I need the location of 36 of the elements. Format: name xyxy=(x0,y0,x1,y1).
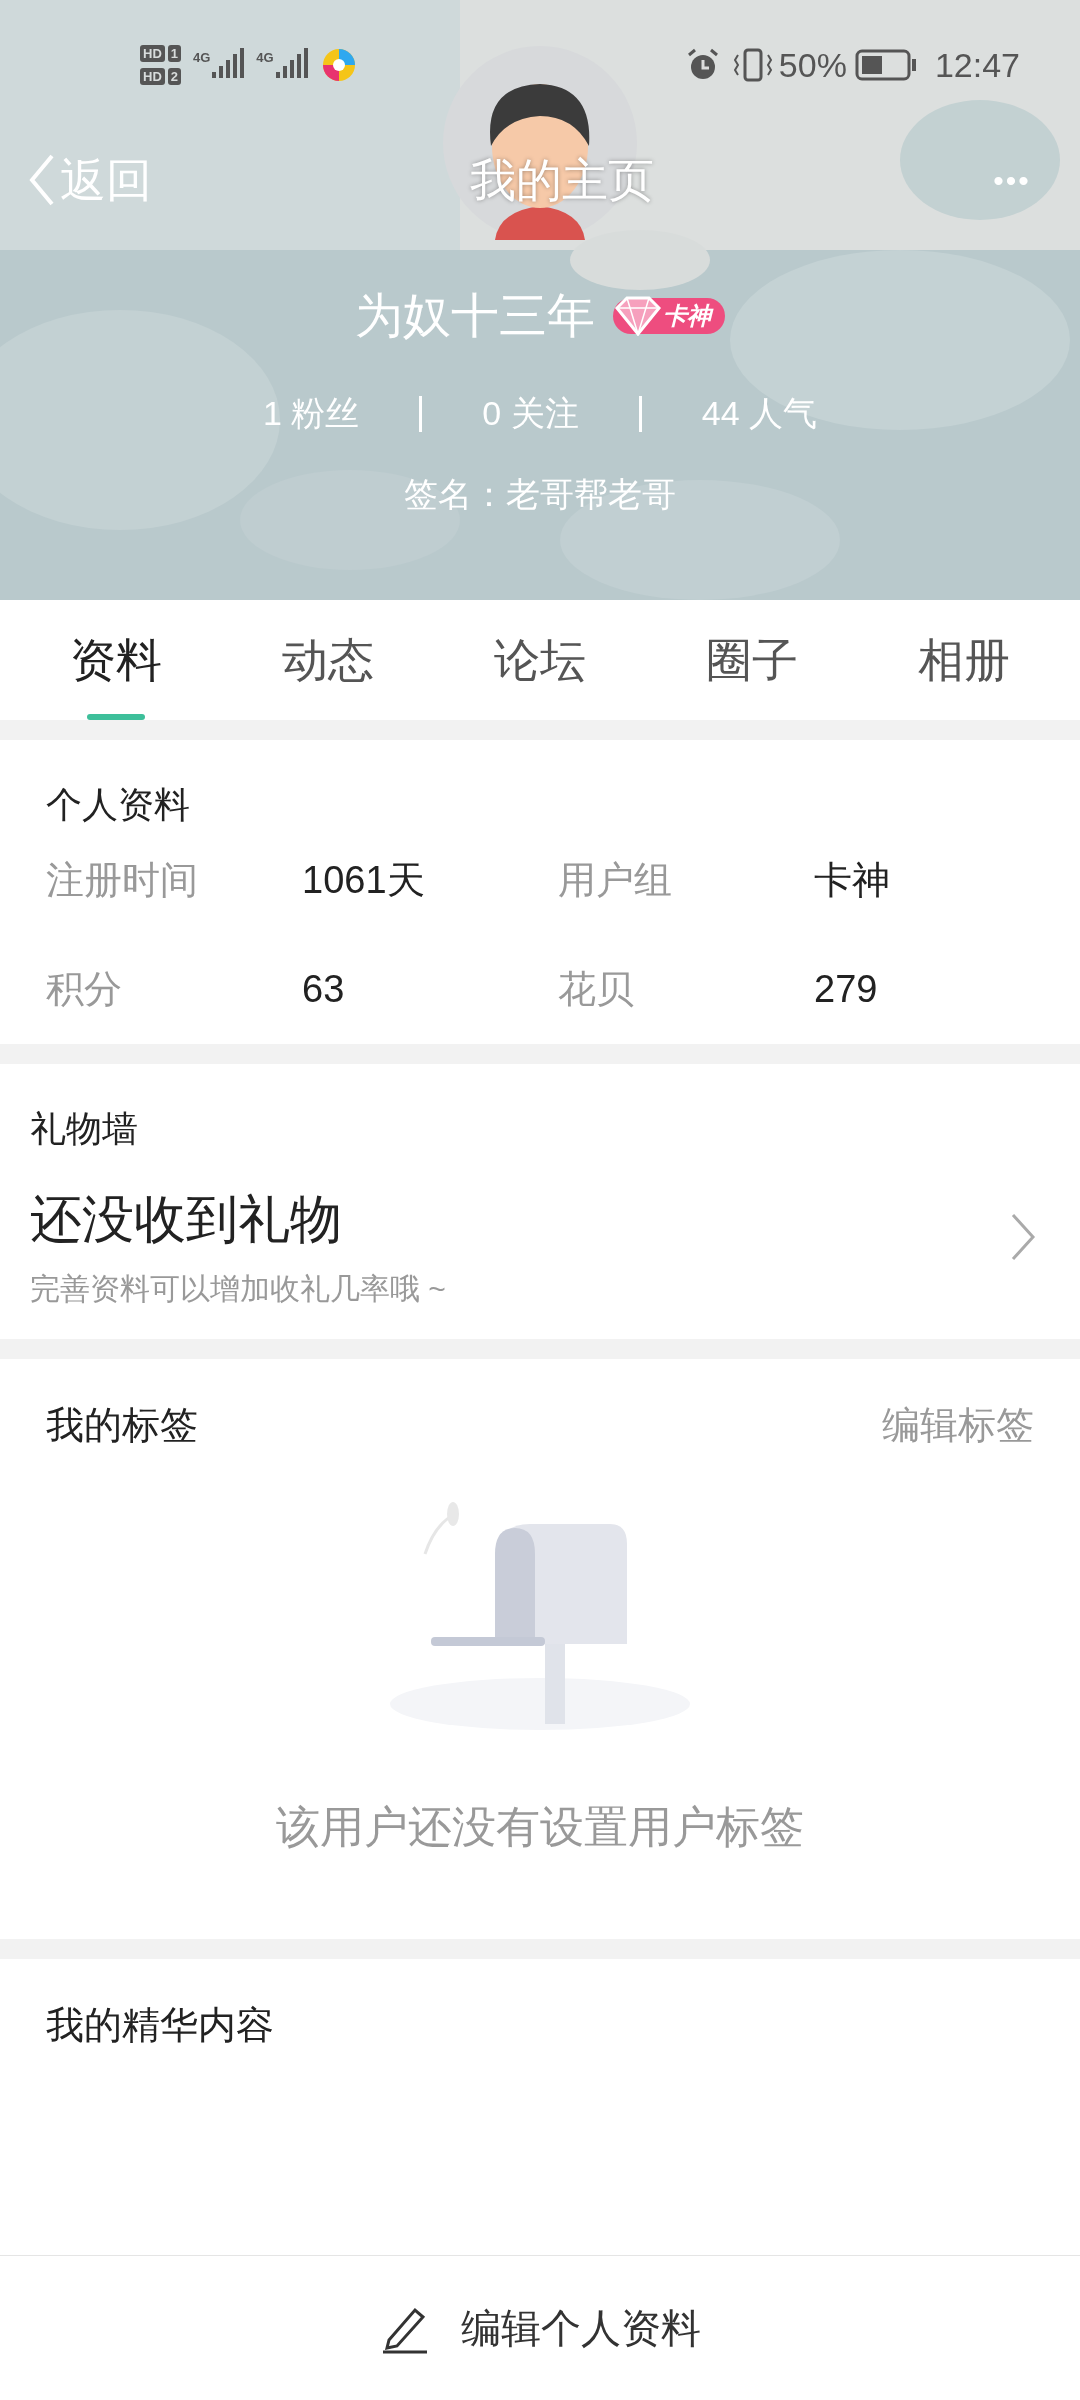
app-logo-icon xyxy=(321,48,356,82)
level-badge: 卡神 xyxy=(613,298,725,334)
edit-profile-button[interactable]: 编辑个人资料 xyxy=(379,2298,701,2358)
vibrate-icon xyxy=(732,47,773,83)
tab[interactable]: 论坛 xyxy=(434,600,646,720)
field-value: 279 xyxy=(814,967,879,1012)
tab[interactable]: 资料 xyxy=(10,600,222,720)
field-value: 1061天 xyxy=(302,858,426,903)
clock: 12:47 xyxy=(934,44,1020,86)
field-value: 63 xyxy=(302,967,346,1012)
chevron-right-icon[interactable] xyxy=(1010,1211,1036,1262)
network-label: 4G xyxy=(256,49,274,67)
sim-badge: HD xyxy=(140,68,165,85)
user-name: 为奴十三年 xyxy=(355,288,595,344)
empty-state-text: 该用户还没有设置用户标签 xyxy=(276,1801,804,1853)
network-label: 4G xyxy=(193,49,211,67)
sim-badge: HD xyxy=(140,45,165,62)
section-title: 礼物墙 xyxy=(30,1107,139,1151)
field-label: 注册时间 xyxy=(46,858,199,903)
signature: 签名：老哥帮老哥 xyxy=(404,474,676,515)
section-title: 我的标签 xyxy=(46,1403,198,1448)
tab[interactable]: 相册 xyxy=(858,600,1070,720)
battery-percent: 50% xyxy=(778,44,847,86)
field-label: 用户组 xyxy=(558,858,673,903)
diamond-icon xyxy=(613,296,663,336)
field-value: 卡神 xyxy=(814,858,891,903)
section-title: 个人资料 xyxy=(46,783,191,827)
tab[interactable]: 动态 xyxy=(222,600,434,720)
tab[interactable]: 圈子 xyxy=(646,600,858,720)
gift-hint: 完善资料可以增加收礼几率哦 ~ xyxy=(30,1271,447,1307)
back-chevron-icon xyxy=(28,152,56,208)
gift-headline: 还没收到礼物 xyxy=(30,1189,343,1250)
battery-icon xyxy=(854,49,917,81)
field-label: 花贝 xyxy=(558,967,635,1012)
field-label: 积分 xyxy=(46,967,123,1012)
section-title: 我的精华内容 xyxy=(46,2004,274,2046)
